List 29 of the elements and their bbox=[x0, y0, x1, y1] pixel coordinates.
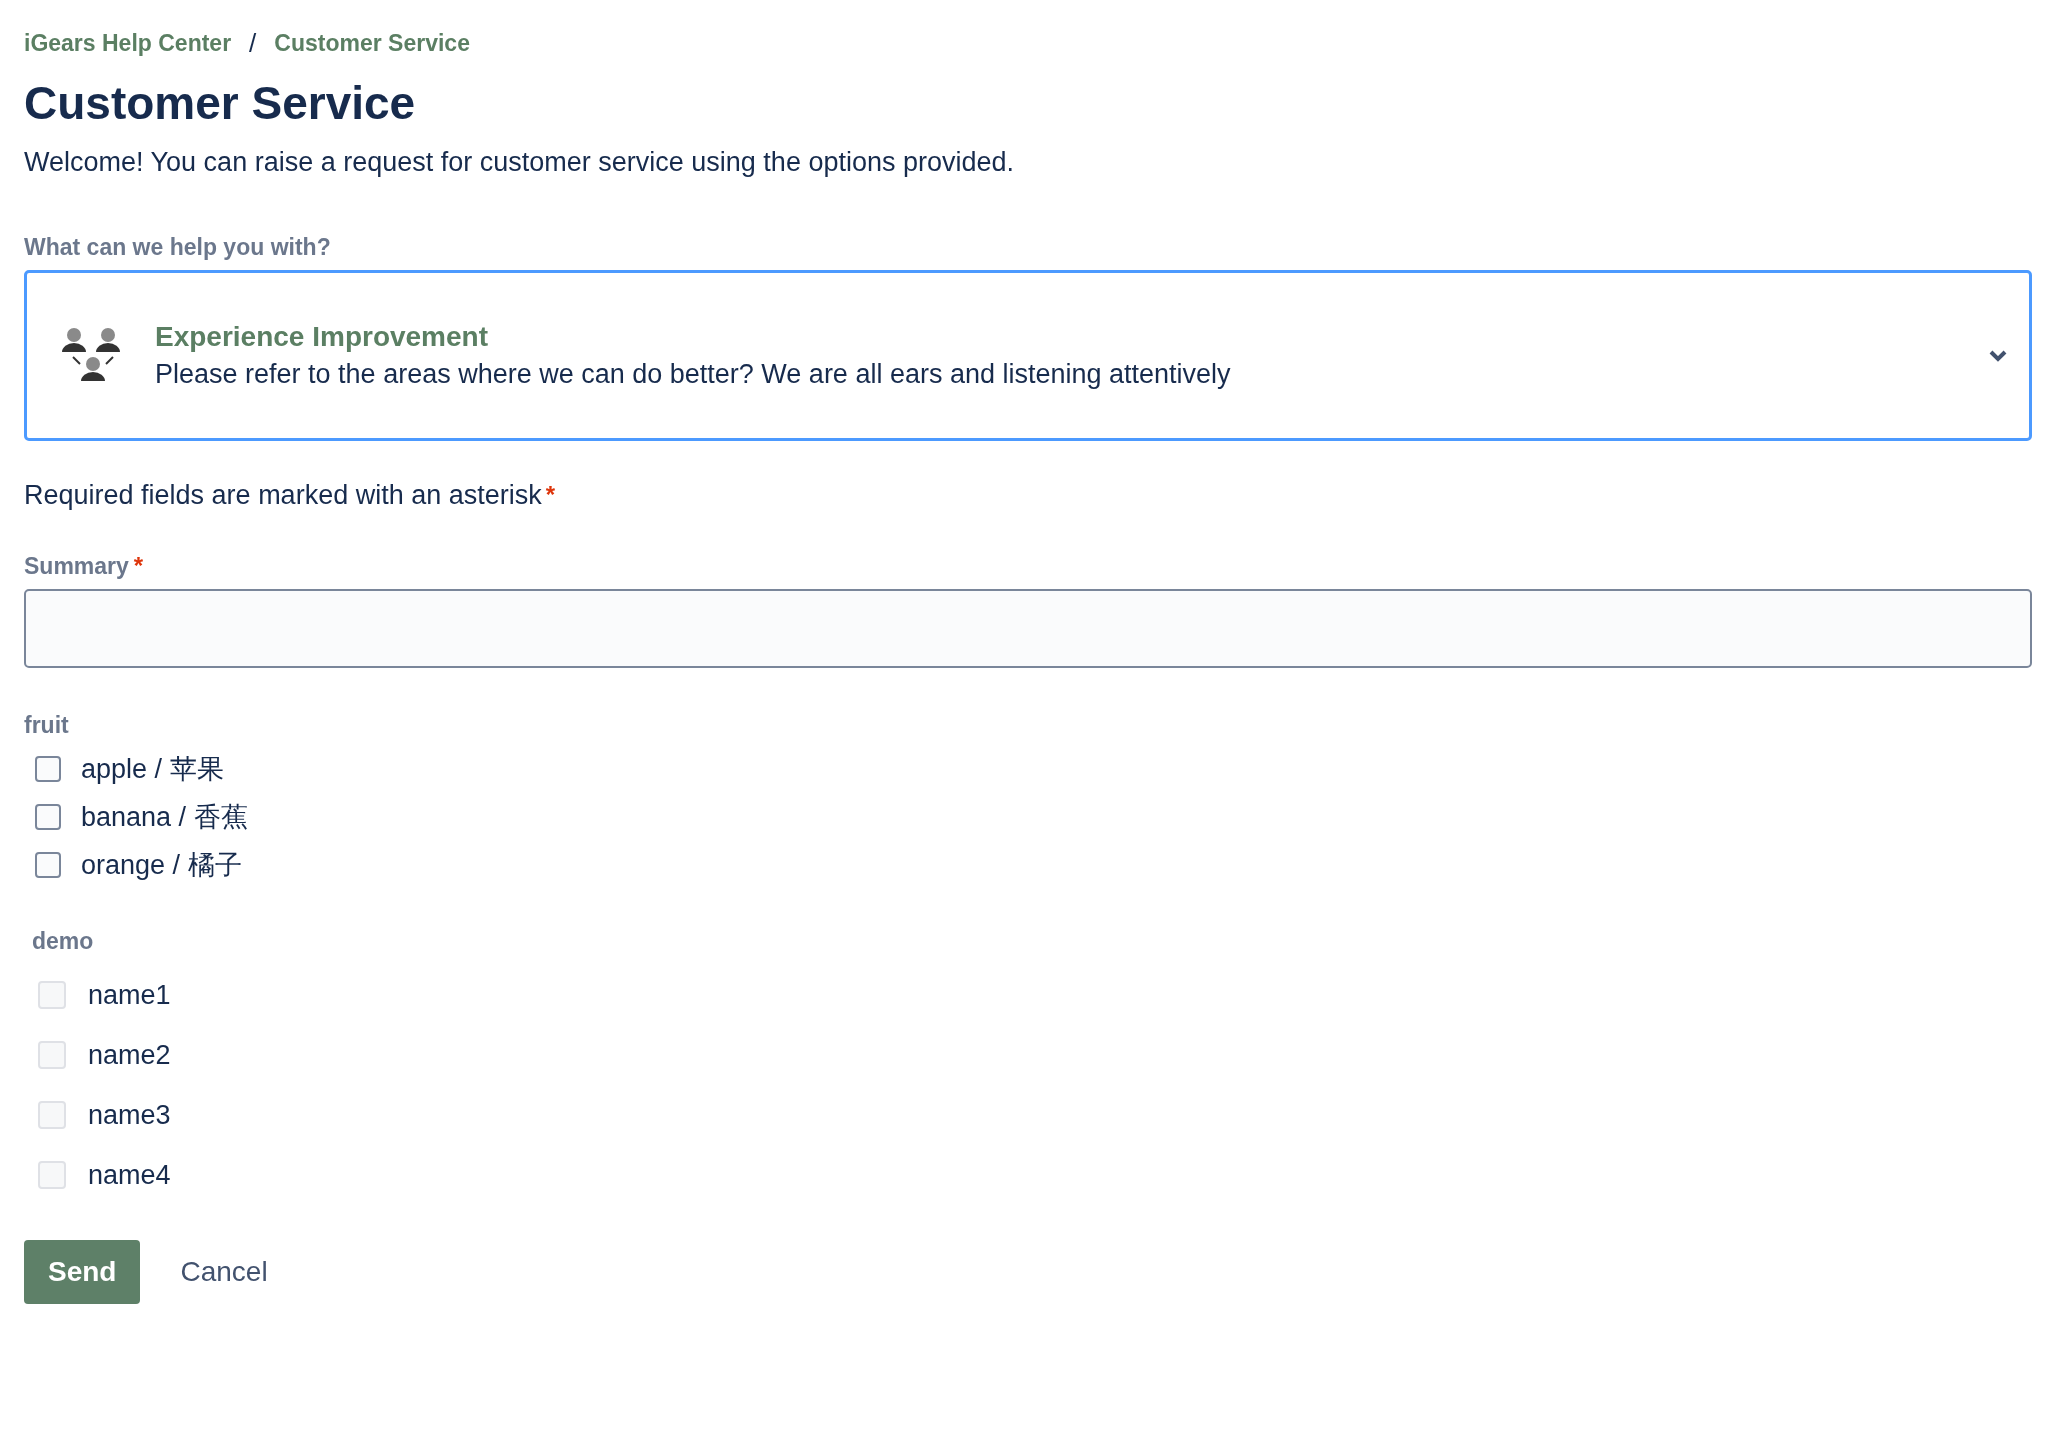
cancel-button[interactable]: Cancel bbox=[180, 1256, 268, 1288]
checkbox-label: name2 bbox=[88, 1040, 171, 1070]
page-title: Customer Service bbox=[24, 76, 417, 131]
checkbox[interactable] bbox=[35, 852, 61, 878]
chevron-down-icon bbox=[1989, 349, 2007, 362]
group-label: demo bbox=[32, 927, 95, 956]
breadcrumb-link[interactable]: Customer Service bbox=[274, 29, 470, 57]
checkbox-label: name4 bbox=[88, 1160, 171, 1190]
required-asterisk: * bbox=[133, 551, 144, 581]
checkbox[interactable] bbox=[35, 756, 61, 782]
option-title: Experience Improvement bbox=[155, 321, 490, 353]
option-description: Please refer to the areas where we can do better? We are all ears and listening attentively bbox=[155, 359, 1232, 390]
checkbox-label: apple / 苹果 bbox=[81, 754, 224, 784]
summary-input[interactable] bbox=[24, 589, 2032, 668]
checkbox-label: name1 bbox=[88, 980, 171, 1010]
intro-text: Welcome! You can raise a request for customer service using the options provided. bbox=[24, 146, 1016, 179]
breadcrumb-link[interactable]: iGears Help Center bbox=[24, 29, 232, 57]
checkbox-label: name3 bbox=[88, 1100, 171, 1130]
checkbox[interactable] bbox=[35, 804, 61, 830]
request-type-select[interactable]: Experience Improvement Please refer to the areas where we can do better? We are all ears and listening attentively bbox=[24, 270, 2032, 441]
group-label: fruit bbox=[24, 711, 70, 740]
field-label: What can we help you with? bbox=[24, 233, 332, 262]
checkbox-label: banana / 香蕉 bbox=[81, 802, 248, 832]
required-asterisk: * bbox=[545, 480, 556, 510]
breadcrumb-separator: / bbox=[249, 27, 257, 59]
send-button[interactable]: Send bbox=[24, 1240, 141, 1304]
required-note: Required fields are marked with an asterisk bbox=[24, 479, 542, 512]
checkbox-label: orange / 橘子 bbox=[81, 850, 242, 880]
field-label: Summary bbox=[24, 552, 129, 581]
